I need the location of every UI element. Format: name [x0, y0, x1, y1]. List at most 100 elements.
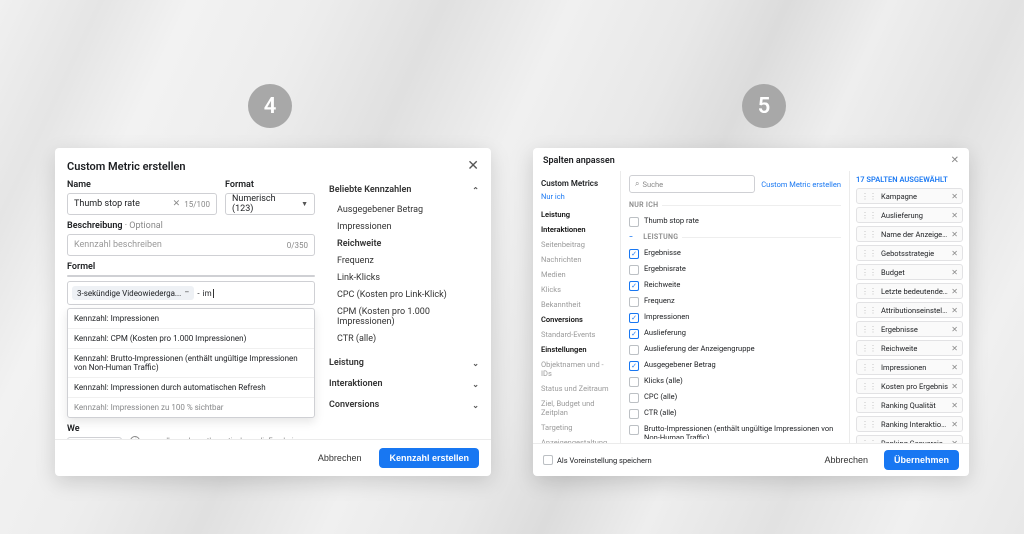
sidebar-item[interactable]: Targeting	[533, 420, 620, 435]
drag-handle-icon[interactable]: ⋮⋮	[861, 420, 877, 429]
column-checkbox-row[interactable]: Reichweite	[629, 277, 841, 293]
popular-item[interactable]: CPM (Kosten pro 1.000 Impressionen)	[329, 303, 479, 330]
column-checkbox-row[interactable]: Auslieferung der Anzeigengruppe	[629, 341, 841, 357]
checkbox[interactable]	[629, 297, 639, 307]
suggestion-item[interactable]: Kennzahl: Impressionen durch automatisch…	[68, 378, 314, 398]
remove-icon[interactable]: ✕	[951, 401, 958, 410]
selected-column-chip[interactable]: ⋮⋮Name der Anzeigengruppe✕	[856, 226, 963, 242]
popular-item[interactable]: CTR (alle)	[329, 330, 479, 347]
remove-icon[interactable]: ✕	[951, 344, 958, 353]
column-checkbox-row[interactable]: Ergebnisrate	[629, 261, 841, 277]
popular-item[interactable]: CPC (Kosten pro Link-Klick)	[329, 286, 479, 303]
selected-column-chip[interactable]: ⋮⋮Gebotsstrategie✕	[856, 245, 963, 261]
checkbox[interactable]	[629, 329, 639, 339]
drag-handle-icon[interactable]: ⋮⋮	[861, 192, 877, 201]
sidebar-item[interactable]: Ziel, Budget und Zeitplan	[533, 396, 620, 420]
drag-handle-icon[interactable]: ⋮⋮	[861, 401, 877, 410]
remove-icon[interactable]: ✕	[951, 268, 958, 277]
suggestion-item[interactable]: Kennzahl: Brutto-Impressionen (enthält u…	[68, 349, 314, 378]
selected-column-chip[interactable]: ⋮⋮Attributionseinstellung✕	[856, 302, 963, 318]
cancel-button[interactable]: Abbrechen	[814, 450, 878, 470]
sidebar-cm-link[interactable]: Nur ich	[533, 190, 620, 207]
column-checkbox-row[interactable]: Brutto-Impressionen (enthält ungültige I…	[629, 421, 841, 439]
sidebar-item[interactable]: Klicks	[533, 282, 620, 297]
popular-item[interactable]: Frequenz	[329, 252, 479, 269]
remove-icon[interactable]: ✕	[951, 211, 958, 220]
column-checkbox-row[interactable]: CTR (alle)	[629, 405, 841, 421]
checkbox[interactable]	[629, 377, 639, 387]
column-checkbox-row[interactable]: CPC (alle)	[629, 389, 841, 405]
checkbox[interactable]	[629, 361, 639, 371]
remove-icon[interactable]: ✕	[951, 382, 958, 391]
sidebar-item[interactable]: Seitenbeitrag	[533, 237, 620, 252]
sidebar-item[interactable]: Bekanntheit	[533, 297, 620, 312]
checkbox[interactable]	[629, 265, 639, 275]
selected-column-chip[interactable]: ⋮⋮Letzte bedeutende Änderung✕	[856, 283, 963, 299]
clear-icon[interactable]: ✕	[173, 199, 181, 209]
selected-column-chip[interactable]: ⋮⋮Ranking Qualität✕	[856, 397, 963, 413]
remove-icon[interactable]: ✕	[951, 230, 958, 239]
formula-chip[interactable]: 3-sekündige Videowiederga... −	[72, 286, 194, 300]
sidebar-item[interactable]: Anzeigengestaltung	[533, 435, 620, 443]
column-checkbox-row[interactable]: Frequenz	[629, 293, 841, 309]
format-select[interactable]: Numerisch (123) ▼	[225, 193, 315, 215]
section-interaktionen[interactable]: Interaktionen⌄	[329, 374, 479, 395]
selected-column-chip[interactable]: ⋮⋮Ranking Interaktionsrate✕	[856, 416, 963, 432]
cancel-button[interactable]: Abbrechen	[308, 448, 372, 468]
section-popular[interactable]: Beliebte Kennzahlen⌃	[329, 180, 479, 201]
remove-icon[interactable]: ✕	[951, 249, 958, 258]
selected-column-chip[interactable]: ⋮⋮Budget✕	[856, 264, 963, 280]
checkbox[interactable]	[629, 281, 639, 291]
column-checkbox-row[interactable]: Impressionen	[629, 309, 841, 325]
sidebar-item[interactable]: Objektnamen und -IDs	[533, 357, 620, 381]
popular-item[interactable]: Link-Klicks	[329, 269, 479, 286]
checkbox[interactable]	[629, 345, 639, 355]
column-checkbox-row[interactable]: Ausgegebener Betrag	[629, 357, 841, 373]
column-checkbox-row[interactable]: Klicks (alle)	[629, 373, 841, 389]
close-icon[interactable]: ✕	[951, 155, 959, 166]
selected-column-chip[interactable]: ⋮⋮Impressionen✕	[856, 359, 963, 375]
create-metric-button[interactable]: Kennzahl erstellen	[379, 448, 479, 468]
popular-item[interactable]: Impressionen	[329, 218, 479, 235]
sidebar-item[interactable]: Nachrichten	[533, 252, 620, 267]
formula-input[interactable]: 3-sekündige Videowiederga... − - im	[67, 281, 315, 305]
section-leistung[interactable]: Leistung⌄	[329, 353, 479, 374]
column-checkbox-row[interactable]: Ergebnisse	[629, 245, 841, 261]
selected-column-chip[interactable]: ⋮⋮Ergebnisse✕	[856, 321, 963, 337]
remove-icon[interactable]: ✕	[951, 420, 958, 429]
sidebar-item[interactable]: Leistung	[533, 207, 620, 222]
drag-handle-icon[interactable]: ⋮⋮	[861, 344, 877, 353]
column-checkbox-row[interactable]: Auslieferung	[629, 325, 841, 341]
suggestion-item[interactable]: Kennzahl: Impressionen	[68, 309, 314, 329]
drag-handle-icon[interactable]: ⋮⋮	[861, 363, 877, 372]
popular-item[interactable]: Reichweite	[329, 235, 479, 252]
create-custom-metric-link[interactable]: Custom Metric erstellen	[761, 180, 841, 189]
selected-column-chip[interactable]: ⋮⋮Auslieferung✕	[856, 207, 963, 223]
remove-icon[interactable]: ✕	[951, 363, 958, 372]
remove-icon[interactable]: ✕	[951, 325, 958, 334]
description-input[interactable]: Kennzahl beschreiben 0/350	[67, 234, 315, 256]
search-input[interactable]: ⌕ Suche	[629, 175, 755, 193]
checkbox[interactable]	[629, 217, 639, 227]
suggestion-item[interactable]: Kennzahl: CPM (Kosten pro 1.000 Impressi…	[68, 329, 314, 349]
checkbox[interactable]	[629, 313, 639, 323]
sidebar-item[interactable]: Status und Zeitraum	[533, 381, 620, 396]
drag-handle-icon[interactable]: ⋮⋮	[861, 230, 877, 239]
drag-handle-icon[interactable]: ⋮⋮	[861, 268, 877, 277]
drag-handle-icon[interactable]: ⋮⋮	[861, 249, 877, 258]
drag-handle-icon[interactable]: ⋮⋮	[861, 382, 877, 391]
suggestion-item[interactable]: Kennzahl: Impressionen zu 100 % sichtbar	[68, 398, 314, 417]
drag-handle-icon[interactable]: ⋮⋮	[861, 211, 877, 220]
sidebar-item[interactable]: Medien	[533, 267, 620, 282]
sidebar-item[interactable]: Interaktionen	[533, 222, 620, 237]
checkbox[interactable]	[629, 249, 639, 259]
checkbox[interactable]	[629, 393, 639, 403]
section-conversions[interactable]: Conversions⌄	[329, 395, 479, 416]
sidebar-item[interactable]: Standard-Events	[533, 327, 620, 342]
remove-chip-icon[interactable]: −	[184, 288, 189, 298]
popular-item[interactable]: Ausgegebener Betrag	[329, 201, 479, 218]
column-checkbox-row[interactable]: Thumb stop rate	[629, 213, 841, 229]
selected-column-chip[interactable]: ⋮⋮Kampagne✕	[856, 188, 963, 204]
selected-column-chip[interactable]: ⋮⋮Ranking Conversion Rate✕	[856, 435, 963, 443]
checkbox[interactable]	[629, 425, 639, 435]
